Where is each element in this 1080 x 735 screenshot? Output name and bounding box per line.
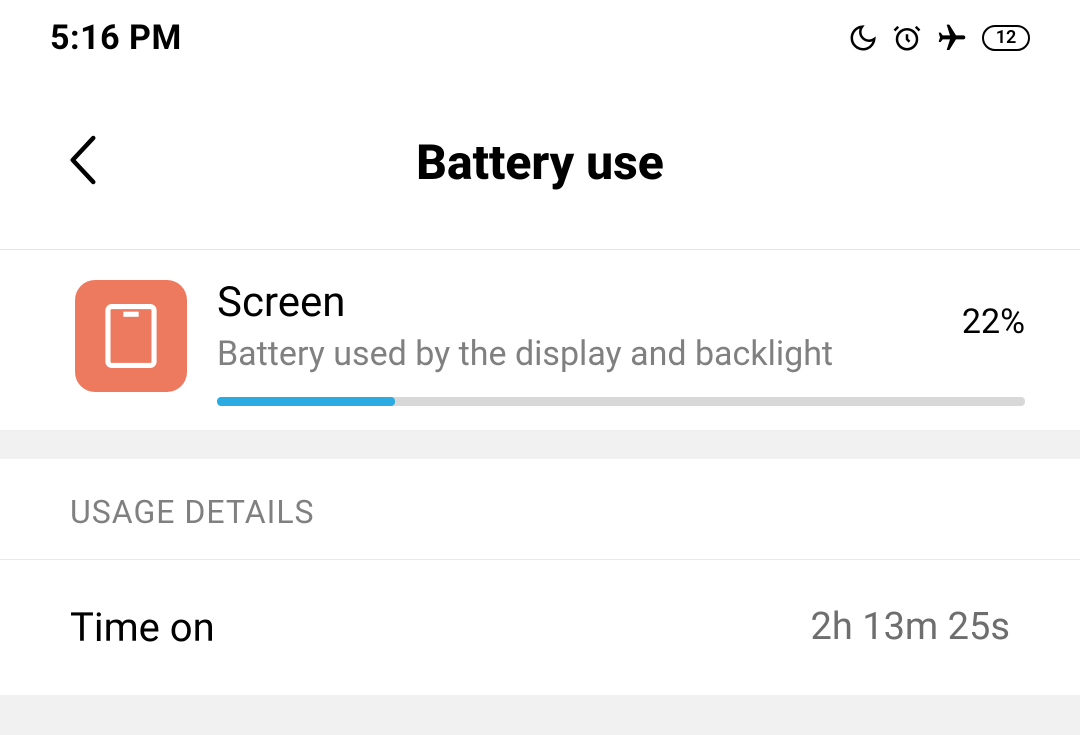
app-name: Screen [217, 282, 942, 324]
status-icons: 12 [848, 22, 1030, 54]
detail-value: 2h 13m 25s [811, 605, 1011, 649]
dnd-moon-icon [848, 23, 878, 53]
section-header-label: USAGE DETAILS [70, 493, 1010, 531]
status-bar: 5:16 PM 12 [0, 0, 1080, 75]
app-percent: 22% [942, 282, 1025, 342]
usage-progress-bar [217, 397, 1025, 406]
section-gap [0, 431, 1080, 459]
app-header: Battery use [0, 75, 1080, 250]
detail-row-time-on[interactable]: Time on 2h 13m 25s [0, 560, 1080, 695]
screen-app-icon [75, 280, 187, 392]
battery-indicator: 12 [982, 25, 1030, 51]
usage-progress-fill [217, 397, 395, 406]
status-time: 5:16 PM [50, 18, 182, 58]
detail-label: Time on [70, 604, 215, 651]
alarm-icon [892, 23, 922, 53]
app-description: Battery used by the display and backligh… [217, 334, 942, 375]
page-title: Battery use [0, 134, 1080, 191]
section-header: USAGE DETAILS [0, 459, 1080, 560]
back-button[interactable] [68, 135, 98, 189]
battery-app-row[interactable]: Screen Battery used by the display and b… [0, 250, 1080, 431]
bottom-gap [0, 695, 1080, 735]
airplane-icon [936, 22, 968, 54]
